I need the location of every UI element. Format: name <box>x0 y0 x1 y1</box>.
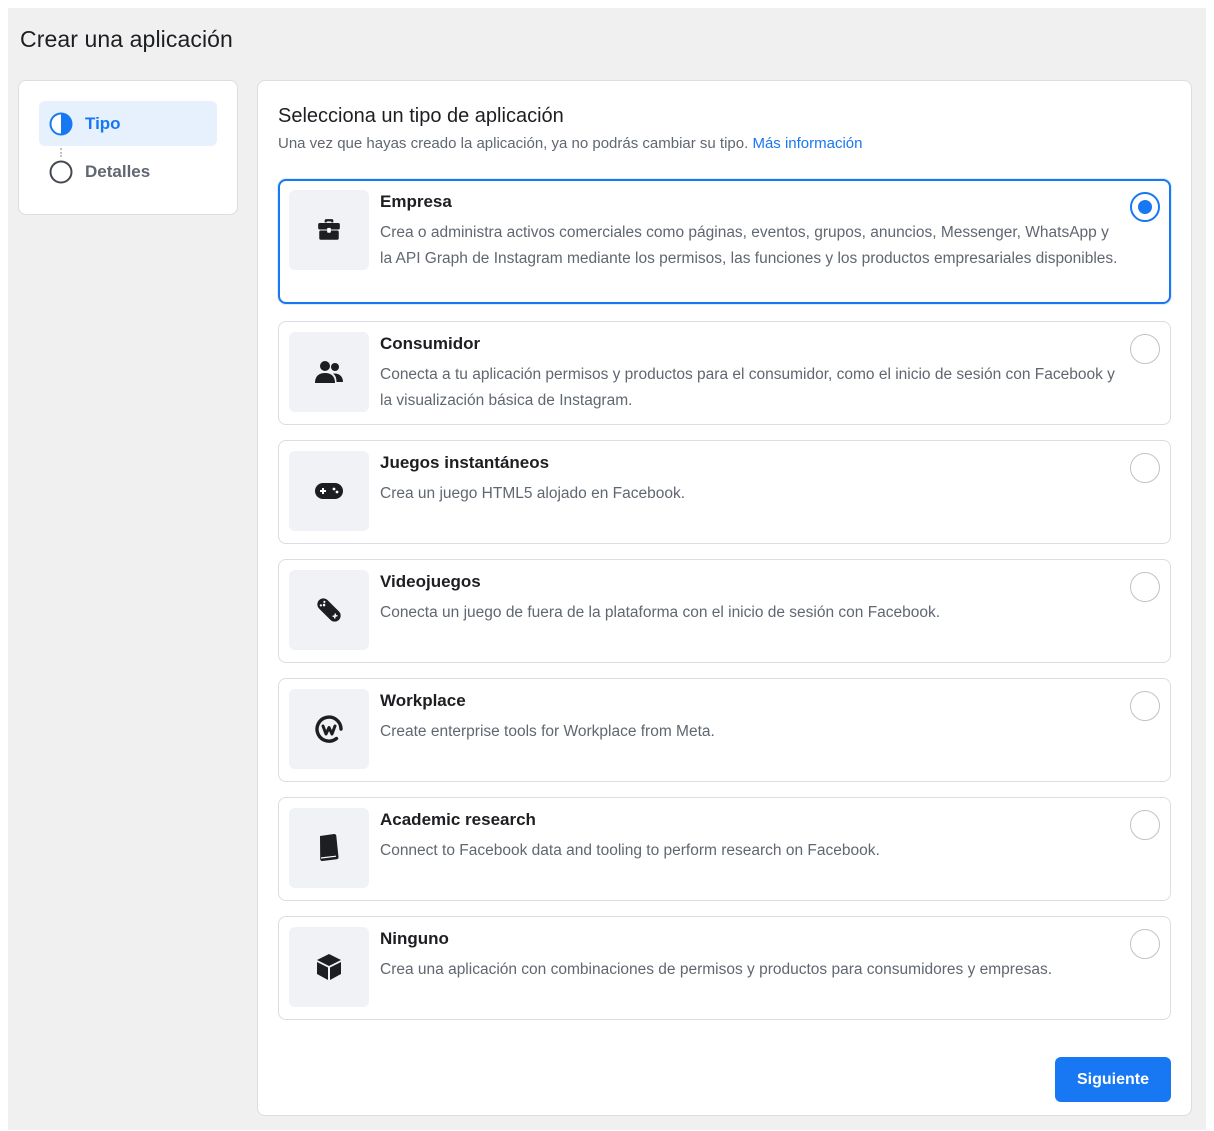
half-circle-icon <box>49 112 73 136</box>
radio-juegos-instantaneos[interactable] <box>1130 453 1160 483</box>
workplace-logo-icon <box>289 689 369 769</box>
option-description: Conecta un juego de fuera de la platafor… <box>380 604 941 621</box>
step-label: Detalles <box>85 161 151 181</box>
step-detalles[interactable]: Detalles <box>39 149 217 194</box>
option-title: Consumidor <box>380 334 481 353</box>
page-title: Crear una aplicación <box>20 26 233 52</box>
app-type-panel: Selecciona un tipo de aplicación Una vez… <box>257 80 1192 1116</box>
briefcase-icon <box>289 190 369 270</box>
next-button[interactable]: Siguiente <box>1055 1057 1171 1102</box>
more-info-link[interactable]: Más información <box>752 135 862 152</box>
option-description: Crea un juego HTML5 alojado en Facebook. <box>380 485 686 502</box>
cube-icon <box>289 927 369 1007</box>
app-frame: Crear una aplicación Tipo Detalles Selec… <box>8 8 1206 1130</box>
step-tipo[interactable]: Tipo <box>39 101 217 146</box>
option-ninguno[interactable]: Ninguno Crea una aplicación con combinac… <box>278 916 1171 1020</box>
option-workplace[interactable]: Workplace Create enterprise tools for Wo… <box>278 678 1171 782</box>
radio-consumidor[interactable] <box>1130 334 1160 364</box>
radio-empresa[interactable] <box>1130 192 1160 222</box>
book-icon <box>289 808 369 888</box>
option-title: Ninguno <box>380 929 449 948</box>
circle-outline-icon <box>49 160 73 184</box>
option-description: Create enterprise tools for Workplace fr… <box>380 723 715 740</box>
option-juegos-instantaneos[interactable]: Juegos instantáneos Crea un juego HTML5 … <box>278 440 1171 544</box>
option-empresa[interactable]: Empresa Crea o administra activos comerc… <box>278 179 1171 304</box>
option-description: Crea una aplicación con combinaciones de… <box>380 961 1053 978</box>
gamepad-icon <box>289 451 369 531</box>
steps-sidebar: Tipo Detalles <box>18 80 238 215</box>
radio-academic-research[interactable] <box>1130 810 1160 840</box>
step-label: Tipo <box>85 113 121 133</box>
option-title: Academic research <box>380 810 536 829</box>
option-academic-research[interactable]: Academic research Connect to Facebook da… <box>278 797 1171 901</box>
panel-subtitle: Una vez que hayas creado la aplicación, … <box>278 135 863 152</box>
option-title: Videojuegos <box>380 572 481 591</box>
game-controller-tilted-icon <box>289 570 369 650</box>
radio-workplace[interactable] <box>1130 691 1160 721</box>
option-description: Connect to Facebook data and tooling to … <box>380 842 880 859</box>
option-consumidor[interactable]: Consumidor Conecta a tu aplicación permi… <box>278 321 1171 425</box>
option-description: Conecta a tu aplicación permisos y produ… <box>380 366 1115 409</box>
people-icon <box>289 332 369 412</box>
subtitle-text: Una vez que hayas creado la aplicación, … <box>278 135 749 152</box>
option-title: Juegos instantáneos <box>380 453 550 472</box>
panel-heading: Selecciona un tipo de aplicación <box>278 105 564 127</box>
option-title: Empresa <box>380 192 452 211</box>
radio-ninguno[interactable] <box>1130 929 1160 959</box>
option-videojuegos[interactable]: Videojuegos Conecta un juego de fuera de… <box>278 559 1171 663</box>
option-description: Crea o administra activos comerciales co… <box>380 224 1118 267</box>
radio-videojuegos[interactable] <box>1130 572 1160 602</box>
option-title: Workplace <box>380 691 466 710</box>
